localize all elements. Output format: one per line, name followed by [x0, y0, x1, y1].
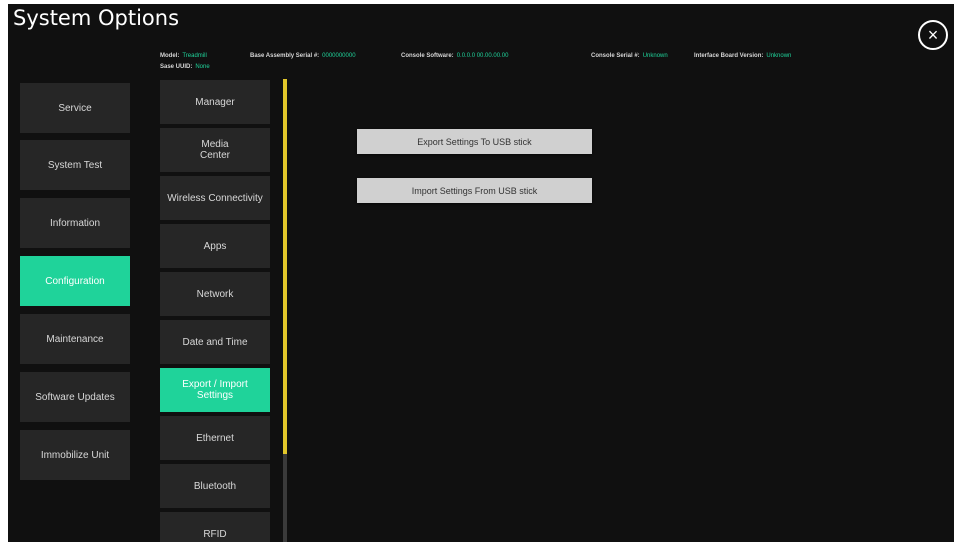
system-options-window: System Options × Model: Treadmill Base As…	[8, 4, 954, 542]
subitem-ethernet[interactable]: Ethernet	[160, 416, 270, 460]
category-configuration[interactable]: Configuration	[20, 256, 130, 306]
info-interface-board: Interface Board Version: Unknown	[694, 53, 792, 59]
page-title: System Options	[13, 6, 180, 30]
submenu-scrollbar-thumb[interactable]	[283, 79, 287, 454]
subitem-export-import-settings[interactable]: Export / Import Settings	[160, 368, 270, 412]
close-button[interactable]: ×	[918, 20, 948, 50]
import-settings-button[interactable]: Import Settings From USB stick	[357, 178, 592, 203]
subitem-date-and-time[interactable]: Date and Time	[160, 320, 270, 364]
info-console-serial: Console Serial #: Unknown	[591, 53, 668, 59]
close-icon: ×	[927, 25, 939, 45]
subitem-manager[interactable]: Manager	[160, 80, 270, 124]
category-information[interactable]: Information	[20, 198, 130, 248]
info-base-serial: Base Assembly Serial #: 0000000000	[250, 53, 356, 59]
category-maintenance[interactable]: Maintenance	[20, 314, 130, 364]
category-software-updates[interactable]: Software Updates	[20, 372, 130, 422]
category-service[interactable]: Service	[20, 83, 130, 133]
subitem-network[interactable]: Network	[160, 272, 270, 316]
category-system-test[interactable]: System Test	[20, 140, 130, 190]
subitem-bluetooth[interactable]: Bluetooth	[160, 464, 270, 508]
subitem-wireless-connectivity[interactable]: Wireless Connectivity	[160, 176, 270, 220]
category-immobilize-unit[interactable]: Immobilize Unit	[20, 430, 130, 480]
subitem-media-center[interactable]: Media Center	[160, 128, 270, 172]
info-sase-uuid: Sase UUID: None	[160, 64, 210, 70]
subitem-apps[interactable]: Apps	[160, 224, 270, 268]
subitem-rfid[interactable]: RFID	[160, 512, 270, 542]
info-model: Model: Treadmill	[160, 53, 207, 59]
info-console-software: Console Software: 0.0.0.0 00.00.00.00	[401, 53, 509, 59]
export-settings-button[interactable]: Export Settings To USB stick	[357, 129, 592, 154]
submenu-scrollbar[interactable]	[283, 79, 287, 542]
